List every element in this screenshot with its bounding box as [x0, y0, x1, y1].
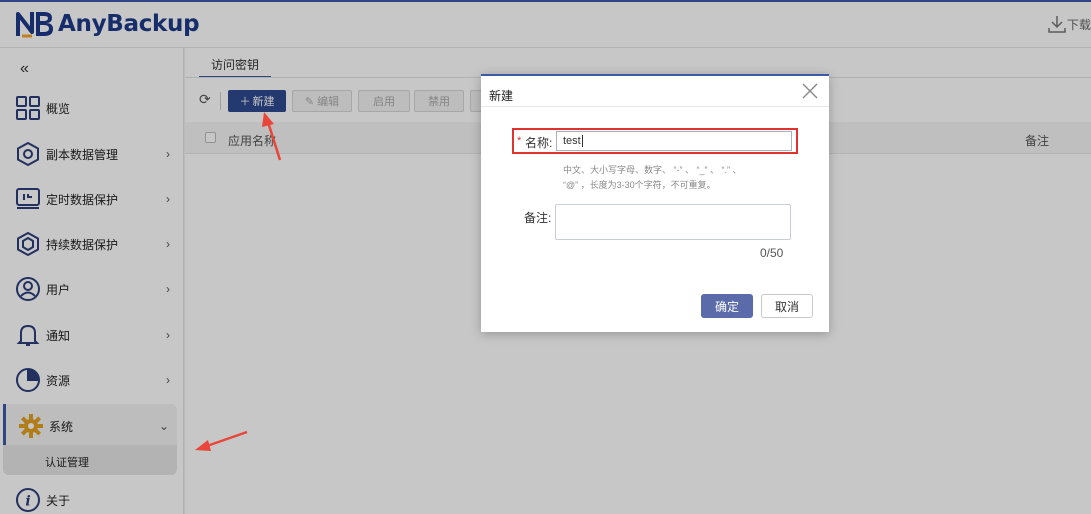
note-char-counter: 0/50 [760, 246, 784, 260]
name-hint-line-2: “@” ，长度为3-30个字符，不可重复。 [563, 180, 716, 190]
new-key-dialog: 新建 * 名称: test 中文、大小写字母、数字、 “-” 、 “_” 、 “… [481, 74, 829, 332]
dialog-title: 新建 [489, 89, 514, 103]
name-field-highlight: * 名称: test [512, 128, 798, 154]
text-cursor [581, 135, 583, 148]
cancel-button[interactable]: 取消 [761, 294, 813, 318]
close-icon[interactable] [801, 82, 819, 100]
required-marker: * [517, 135, 522, 147]
note-label: 备注: [524, 211, 552, 225]
note-textarea[interactable] [555, 204, 791, 240]
dialog-header-divider [481, 106, 829, 107]
name-input-value: test [563, 135, 581, 147]
name-hint-line-1: 中文、大小写字母、数字、 “-” 、 “_” 、 “.” 、 [563, 165, 742, 175]
name-input[interactable]: test [556, 131, 792, 151]
confirm-button[interactable]: 确定 [701, 294, 753, 318]
name-label: 名称: [525, 136, 553, 150]
